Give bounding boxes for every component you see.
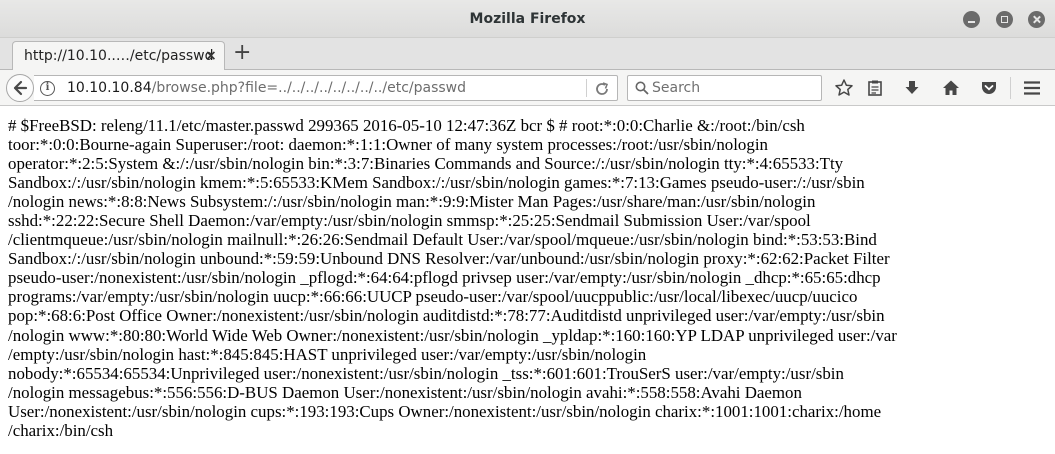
passwd-file-text: # $FreeBSD: releng/11.1/etc/master.passw… [8,116,897,440]
window-title: Mozilla Firefox [469,11,586,27]
url-path: /browse.php?file=../../../../../../../..… [151,80,467,96]
reading-list-icon[interactable] [865,78,885,98]
tab-passwd[interactable]: http://10.10..…/etc/passwd × [12,41,225,71]
reload-icon[interactable] [594,81,610,97]
search-input[interactable] [652,79,812,97]
hamburger-menu-icon[interactable] [1022,78,1042,98]
navigation-toolbar: i 10.10.10.84/browse.php?file=../../../.… [0,70,1055,106]
url-bar[interactable]: i 10.10.10.84/browse.php?file=../../../.… [34,75,618,101]
tab-strip: http://10.10..…/etc/passwd × + [0,38,1055,71]
window-titlebar[interactable]: Mozilla Firefox [0,0,1055,38]
tab-close-icon[interactable]: × [205,48,217,64]
back-button[interactable] [6,74,34,102]
tab-title: http://10.10..…/etc/passwd [24,48,214,64]
home-icon[interactable] [941,78,961,98]
close-window-icon[interactable] [1028,11,1045,28]
url-text[interactable]: 10.10.10.84/browse.php?file=../../../../… [67,80,466,96]
toolbar-separator [1010,77,1011,99]
search-box[interactable] [627,75,822,101]
url-host: 10.10.10.84 [67,80,152,96]
new-tab-icon[interactable]: + [233,42,251,64]
star-icon[interactable] [834,78,854,98]
minimize-icon[interactable] [963,11,980,28]
maximize-icon[interactable] [996,11,1013,28]
url-separator [586,79,587,97]
info-icon[interactable]: i [40,81,55,96]
download-icon[interactable] [902,78,922,98]
search-icon [635,81,649,95]
pocket-icon[interactable] [979,78,999,98]
page-content: # $FreeBSD: releng/11.1/etc/master.passw… [0,107,1055,454]
back-arrow-icon [13,80,28,96]
